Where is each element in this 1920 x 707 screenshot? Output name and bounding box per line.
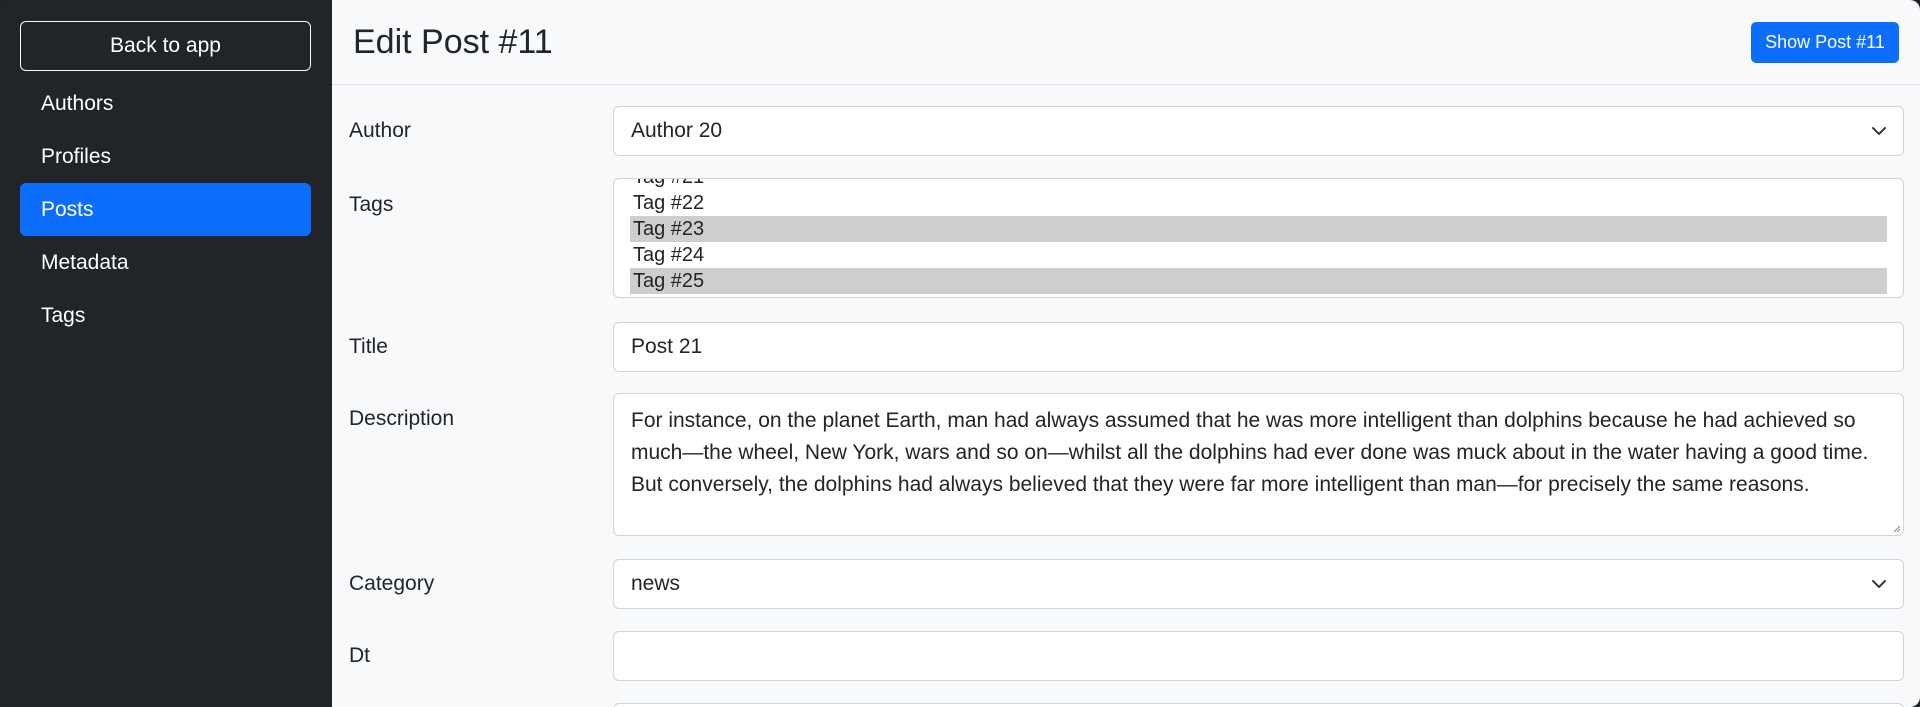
category-label: Category	[349, 572, 435, 595]
dt-label: Dt	[349, 644, 370, 667]
tag-option[interactable]: Tag #23	[630, 216, 1887, 242]
description-textarea-value: For instance, on the planet Earth, man h…	[631, 409, 1869, 496]
tags-options-list: Tag #21 Tag #22 Tag #23 Tag #24 Tag #25	[630, 179, 1887, 294]
tags-multiselect[interactable]: Tag #21 Tag #22 Tag #23 Tag #24 Tag #25	[613, 178, 1904, 298]
sidebar-item-metadata[interactable]: Metadata	[20, 236, 311, 289]
main-content: Edit Post #11 Show Post #11 Author Autho…	[332, 0, 1920, 707]
sidebar-item-authors[interactable]: Authors	[20, 77, 311, 130]
sidebar-item-profiles[interactable]: Profiles	[20, 130, 311, 183]
page-header: Edit Post #11 Show Post #11	[332, 0, 1920, 85]
tag-option[interactable]: Tag #25	[630, 268, 1887, 294]
chevron-down-icon	[1872, 580, 1886, 588]
category-select[interactable]: news	[613, 559, 1904, 609]
description-label: Description	[349, 407, 455, 430]
app-window: Back to app Authors Profiles Posts Metad…	[0, 0, 1920, 707]
title-row: Title Post 21	[349, 322, 1904, 372]
title-label: Title	[349, 335, 388, 358]
title-input-value: Post 21	[631, 335, 703, 358]
description-row: Description For instance, on the planet …	[349, 393, 1904, 538]
tags-row: Tags Tag #21 Tag #22 Tag #23 Tag #24 Tag…	[349, 178, 1904, 300]
tag-option[interactable]: Tag #24	[630, 242, 1887, 268]
author-select-value: Author 20	[631, 119, 723, 142]
chevron-down-icon	[1872, 127, 1886, 135]
title-input[interactable]: Post 21	[613, 322, 1904, 372]
sidebar-item-posts[interactable]: Posts	[20, 183, 311, 236]
show-post-button[interactable]: Show Post #11	[1751, 21, 1899, 63]
resize-handle-icon[interactable]	[1891, 523, 1901, 533]
page-title: Edit Post #11	[353, 22, 553, 61]
sidebar-item-tags[interactable]: Tags	[20, 289, 311, 342]
author-label: Author	[349, 119, 411, 142]
description-textarea[interactable]: For instance, on the planet Earth, man h…	[613, 393, 1904, 536]
tag-option[interactable]: Tag #21	[630, 179, 1887, 190]
dt-row: Dt	[349, 631, 1904, 681]
category-select-value: news	[631, 572, 681, 595]
tag-option[interactable]: Tag #22	[630, 190, 1887, 216]
author-row: Author Author 20	[349, 106, 1904, 156]
author-select[interactable]: Author 20	[613, 106, 1904, 156]
next-field-input[interactable]	[613, 703, 1904, 707]
back-to-app-button[interactable]: Back to app	[20, 21, 311, 71]
sidebar: Back to app Authors Profiles Posts Metad…	[0, 0, 332, 707]
tags-label: Tags	[349, 193, 394, 216]
next-field-row	[349, 703, 1904, 707]
dt-input[interactable]	[613, 631, 1904, 681]
category-row: Category news	[349, 559, 1904, 609]
